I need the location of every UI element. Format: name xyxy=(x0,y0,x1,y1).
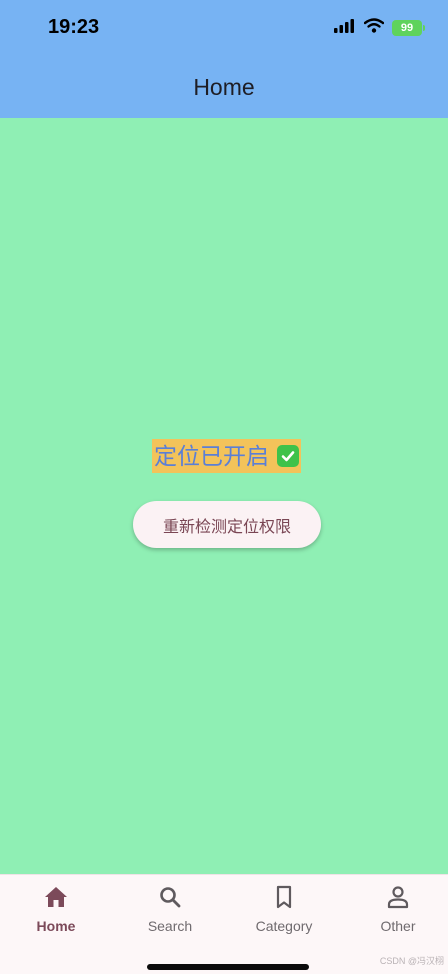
nav-item-category[interactable]: Category xyxy=(228,885,340,934)
battery-indicator: 99 xyxy=(392,20,425,36)
search-icon xyxy=(157,885,183,914)
check-mark-icon xyxy=(277,445,299,467)
nav-label-category: Category xyxy=(255,918,313,934)
status-time: 19:23 xyxy=(48,16,100,38)
status-icons: 99 xyxy=(334,18,425,38)
home-indicator xyxy=(147,964,309,970)
battery-level: 99 xyxy=(400,22,414,34)
status-bar: 19:23 99 xyxy=(0,0,448,56)
nav-item-search[interactable]: Search xyxy=(114,885,226,934)
location-status: 定位已开启 xyxy=(152,439,301,473)
location-status-label: 定位已开启 xyxy=(154,443,269,469)
wifi-icon xyxy=(363,18,385,38)
app-bar: Home xyxy=(0,56,448,118)
watermark: CSDN @冯汉栩 xyxy=(379,956,444,966)
person-icon xyxy=(385,885,411,914)
page-title: Home xyxy=(193,73,255,100)
nav-item-other[interactable]: Other xyxy=(342,885,448,934)
recheck-location-button[interactable]: 重新检测定位权限 xyxy=(133,501,321,548)
bookmark-icon xyxy=(271,885,297,914)
nav-label-home: Home xyxy=(36,918,76,934)
nav-item-home[interactable]: Home xyxy=(0,885,112,934)
signal-icon xyxy=(334,18,356,38)
nav-label-search: Search xyxy=(147,918,193,934)
home-icon xyxy=(43,885,69,914)
nav-label-other: Other xyxy=(380,918,416,934)
main-content xyxy=(0,118,448,874)
